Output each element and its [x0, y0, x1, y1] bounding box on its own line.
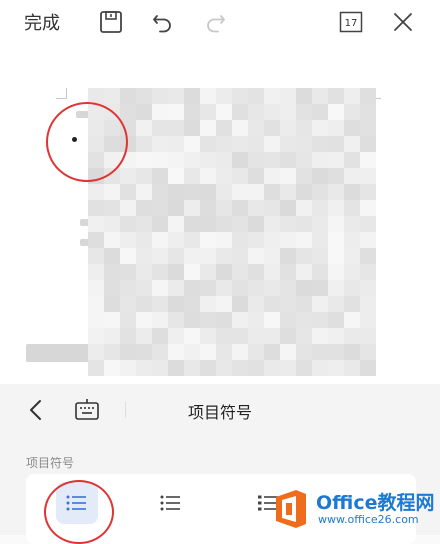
redacted-content — [88, 88, 376, 376]
page-count-button[interactable]: 17 — [336, 0, 366, 44]
save-button[interactable] — [96, 0, 126, 44]
section-label: 项目符号 — [26, 456, 75, 470]
panel-header: 项目符号 — [0, 384, 440, 436]
panel-title: 项目符号 — [187, 403, 252, 422]
undo-button[interactable] — [148, 0, 178, 44]
page-count-label: 17 — [344, 17, 358, 29]
watermark: Office教程网 www.office26.com — [270, 484, 440, 535]
list-icon — [160, 495, 180, 511]
editor-toolbar: 完成 17 — [0, 0, 440, 44]
redo-icon — [207, 15, 225, 33]
redo-button[interactable] — [200, 0, 230, 44]
page-corner-top-left — [56, 88, 67, 99]
close-button[interactable] — [388, 0, 418, 44]
close-icon — [394, 13, 412, 31]
undo-icon — [153, 15, 171, 33]
annotation-circle — [44, 480, 114, 544]
watermark-title: Office教程网 — [316, 492, 435, 514]
annotation-circle — [46, 102, 128, 182]
save-icon — [100, 11, 122, 33]
watermark-url: www.office26.com — [318, 513, 419, 526]
office-logo-icon — [276, 490, 306, 528]
bullet-option-dot[interactable] — [150, 482, 192, 524]
done-button[interactable]: 完成 — [24, 0, 60, 44]
